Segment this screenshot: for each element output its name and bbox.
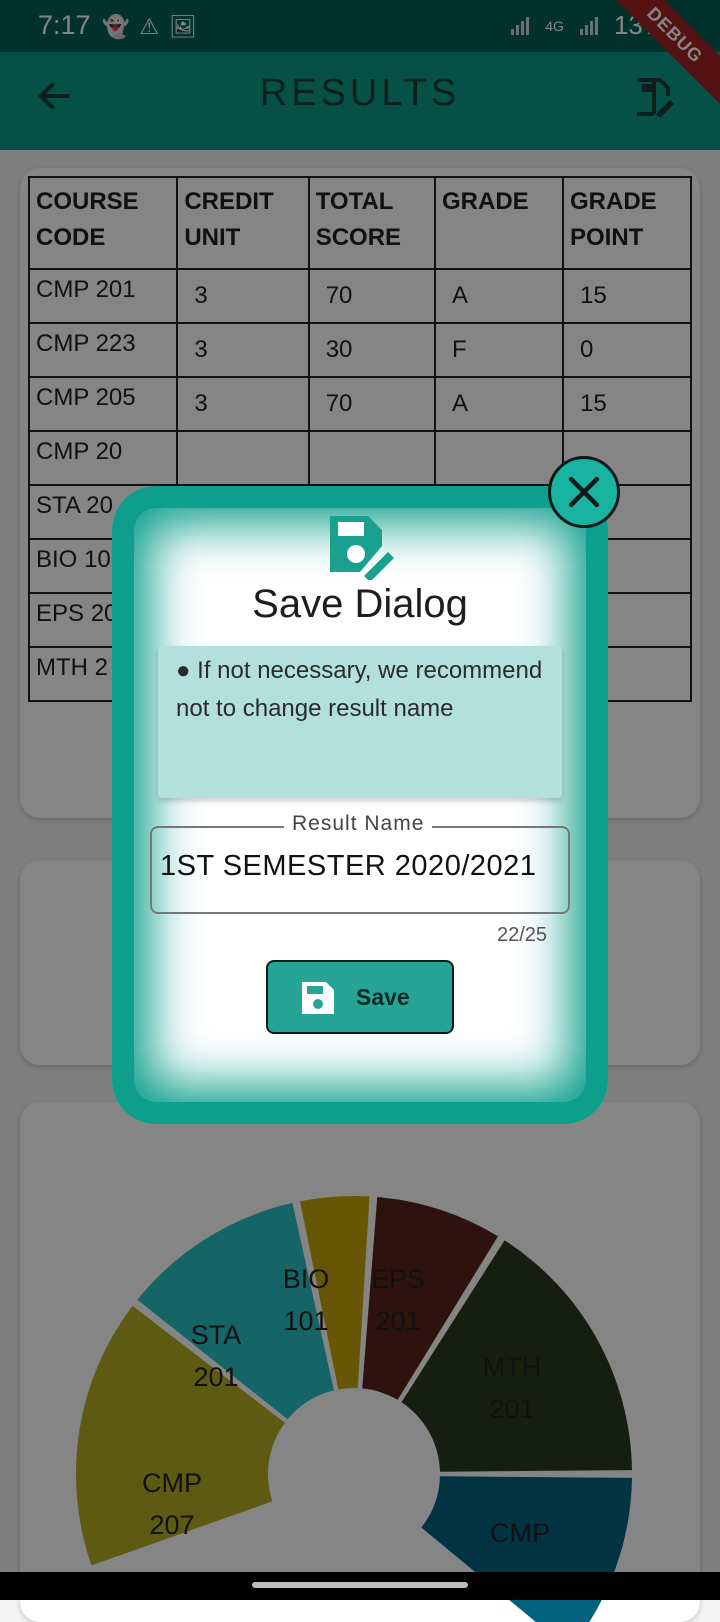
- save-edit-icon-dialog: [330, 516, 394, 580]
- info-note: ● If not necessary, we recommend not to …: [158, 646, 562, 798]
- home-indicator[interactable]: [252, 1582, 468, 1588]
- save-button-label: Save: [356, 984, 410, 1010]
- gesture-bar: [0, 1572, 720, 1600]
- info-note-text: ● If not necessary, we recommend not to …: [176, 657, 543, 722]
- floppy-disk-icon: [302, 982, 334, 1014]
- save-button[interactable]: Save: [266, 960, 454, 1034]
- result-name-input[interactable]: 1ST SEMESTER 2020/2021: [160, 850, 536, 883]
- scrim-top: [0, 0, 720, 150]
- close-dialog-button[interactable]: [548, 456, 620, 528]
- result-name-label: Result Name: [284, 812, 433, 836]
- dialog-title: Save Dialog: [252, 582, 468, 626]
- character-counter: 22/25: [497, 924, 548, 946]
